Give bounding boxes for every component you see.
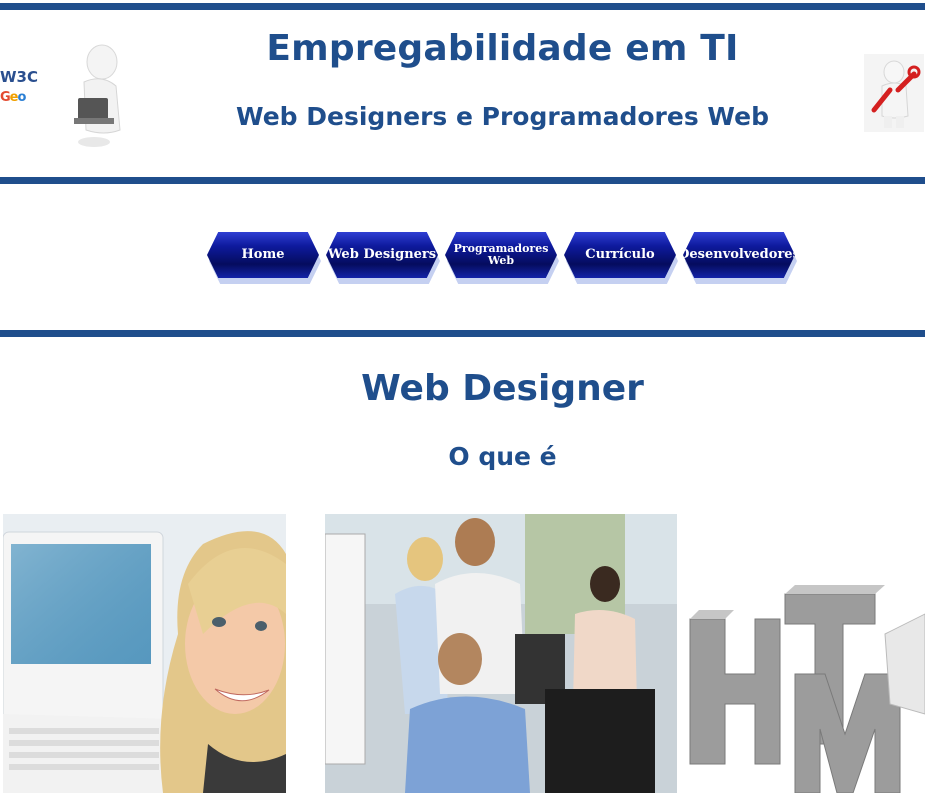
main-nav: Home Web Designers Programadores Web Cur… — [207, 232, 807, 284]
top-divider — [0, 3, 925, 10]
nav-home-button[interactable]: Home — [207, 232, 319, 278]
nav-web-designers-button[interactable]: Web Designers — [326, 232, 438, 278]
section-title: O que é — [448, 442, 557, 471]
page-title: Web Designer — [361, 368, 644, 409]
woman-with-laptop-photo — [3, 514, 286, 793]
header-divider — [0, 177, 925, 184]
w3c-logo: W3C Geo — [0, 68, 42, 118]
site-title: Empregabilidade em TI — [266, 28, 739, 69]
w3c-logo-text: W3C — [0, 68, 38, 86]
site-subtitle: Web Designers e Programadores Web — [236, 102, 769, 131]
w3c-logo-subtext: Geo — [0, 90, 26, 105]
html-3d-letters-photo — [685, 514, 925, 793]
nav-curriculo-button[interactable]: Currículo — [564, 232, 676, 278]
office-team-photo — [325, 514, 677, 793]
tools-figure-icon — [864, 54, 924, 132]
laptop-figure-icon — [74, 44, 121, 147]
nav-divider — [0, 330, 925, 337]
nav-programadores-web-button[interactable]: Programadores Web — [445, 232, 557, 278]
nav-desenvolvedores-button[interactable]: Desenvolvedores — [683, 232, 795, 278]
